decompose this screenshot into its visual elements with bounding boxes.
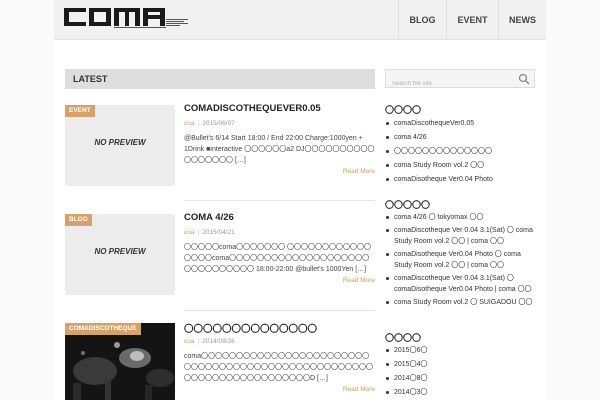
archive-link[interactable]: 2015〇4〇: [385, 359, 540, 370]
post-date: 2015/04/21: [202, 229, 235, 236]
nav-blog[interactable]: BLOG: [398, 0, 446, 40]
post-excerpt: coma〇〇〇〇〇〇〇〇〇〇〇〇〇〇〇〇〇〇〇〇〇〇〇〇〇〇〇〇〇〇〇〇〇〇〇〇…: [184, 353, 373, 382]
read-more-link[interactable]: Read More: [343, 386, 375, 393]
nav-news[interactable]: NEWS: [498, 0, 546, 40]
search-box: [385, 69, 535, 93]
recent-post-link[interactable]: comaDisotheque Ver0.04 Photo: [385, 174, 540, 185]
recent-posts-list: comaDiscothequeVer0.05 coma 4/26 〇〇〇〇〇〇〇…: [385, 118, 540, 188]
category-tag[interactable]: EVENT: [65, 105, 95, 117]
recent-post-link[interactable]: 〇〇〇〇〇〇〇〇〇〇〇〇〇〇: [385, 146, 540, 157]
archive-link[interactable]: 2014〇8〇: [385, 373, 540, 384]
archives-list: 2015〇6〇 2015〇4〇 2014〇8〇 2014〇3〇: [385, 345, 540, 400]
read-more-link[interactable]: Read More: [343, 277, 375, 284]
category-tag[interactable]: COMADISCOTHEQUE: [65, 323, 141, 335]
nav-event[interactable]: EVENT: [446, 0, 498, 40]
no-preview-label: NO PREVIEW: [94, 247, 146, 256]
category-tag[interactable]: BLOG: [65, 214, 92, 226]
search-input[interactable]: [386, 75, 516, 93]
post-title[interactable]: COMA 4/26: [184, 212, 375, 223]
recent-post-link[interactable]: comaDiscothequeVer0.05: [385, 118, 540, 129]
search-icon[interactable]: [518, 73, 530, 85]
site-header: BLOG EVENT NEWS: [54, 0, 546, 40]
post-meta: coa | 2015/06/07: [184, 120, 235, 127]
post-meta: coa | 2015/04/21: [184, 229, 235, 236]
no-preview-label: NO PREVIEW: [94, 138, 146, 147]
post-thumbnail[interactable]: NO PREVIEW: [65, 214, 175, 295]
recent-comment-link[interactable]: comaDiscotheque Ver 0.04 3.1(Sat) 〇 coma…: [385, 273, 540, 295]
archive-link[interactable]: 2014〇3〇: [385, 387, 540, 398]
recent-post-link[interactable]: coma 4/26: [385, 132, 540, 143]
recent-posts-title: 〇〇〇〇: [385, 105, 422, 115]
post-author[interactable]: coa: [184, 229, 194, 236]
site-logo[interactable]: [64, 6, 188, 30]
post-author[interactable]: coa: [184, 120, 194, 127]
archives-title: 〇〇〇〇: [385, 333, 422, 343]
post-thumbnail[interactable]: NO PREVIEW: [65, 105, 175, 186]
post-title[interactable]: COMADISCOTHEQUEVER0.05: [184, 103, 375, 114]
main-nav: BLOG EVENT NEWS: [398, 0, 546, 40]
post-date: 2014/08/26: [202, 338, 235, 345]
right-gutter: [546, 0, 600, 400]
recent-comment-link[interactable]: coma Study Room vol.2 〇 SUIGADOU 〇〇: [385, 297, 540, 308]
post-author[interactable]: coa: [184, 338, 194, 345]
post-date: 2015/06/07: [202, 120, 235, 127]
post-item: NO PREVIEW EVENT COMADISCOTHEQUEVER0.05 …: [65, 103, 375, 187]
recent-post-link[interactable]: coma Study Room vol.2 〇〇: [385, 160, 540, 171]
read-more-link[interactable]: Read More: [343, 168, 375, 175]
archive-link[interactable]: 2015〇6〇: [385, 345, 540, 356]
left-gutter: [0, 0, 54, 400]
recent-comment-link[interactable]: comaDisotheque Ver0.04 Photo 〇 coma Stud…: [385, 249, 540, 271]
recent-comments-list: coma 4/26 〇 tokyomax 〇〇 comaDiscotheque …: [385, 212, 540, 310]
recent-comment-link[interactable]: coma 4/26 〇 tokyomax 〇〇: [385, 212, 540, 223]
post-excerpt: 〇〇〇〇〇coma〇〇〇〇〇〇〇 〇〇〇〇〇〇〇〇〇〇〇〇 〇〇〇〇coma〇〇…: [184, 244, 372, 273]
post-title[interactable]: 〇〇〇〇〇〇〇〇〇〇〇〇〇〇: [184, 321, 375, 335]
post-divider: [184, 200, 375, 201]
recent-comments-title: 〇〇〇〇〇: [385, 200, 431, 210]
post-divider: [184, 310, 375, 311]
post-excerpt: @Bullet's 6/14 Start 18:00 / End 22:00 C…: [184, 135, 375, 164]
post-item: NO PREVIEW BLOG COMA 4/26 coa | 2015/04/21…: [65, 212, 375, 296]
section-title: LATEST: [65, 69, 375, 89]
recent-comment-link[interactable]: comaDiscotheque Ver 0.04 3.1(Sat) 〇 coma…: [385, 225, 540, 247]
post-item: COMADISCOTHEQUE 〇〇〇〇〇〇〇〇〇〇〇〇〇〇 coa | 2014/…: [65, 323, 375, 400]
post-meta: coa | 2014/08/26: [184, 338, 235, 345]
